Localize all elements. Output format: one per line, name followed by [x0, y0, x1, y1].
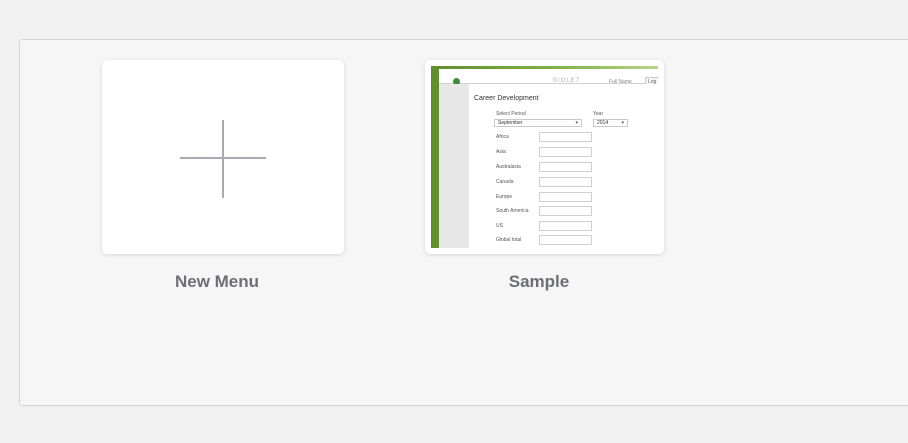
- thumbnail-region-label: Asia: [496, 149, 506, 155]
- thumbnail-region-label: Europe: [496, 194, 513, 200]
- sample-tile[interactable]: BIOLE7 Full Name Log Career Development …: [425, 60, 664, 254]
- new-menu-label[interactable]: New Menu: [96, 272, 338, 292]
- plus-icon: [180, 120, 266, 198]
- thumbnail-region-label: Australasia: [496, 164, 521, 170]
- thumbnail-region-label: Global total: [496, 237, 522, 243]
- thumbnail-period-label: Select Period: [496, 111, 526, 117]
- thumbnail-region-label: Africa: [496, 134, 509, 140]
- thumbnail-region-field: [539, 147, 592, 157]
- sample-label[interactable]: Sample: [418, 272, 660, 292]
- thumbnail-content: Career Development Select Period Septemb…: [469, 84, 658, 248]
- thumbnail-region-field: [539, 221, 592, 231]
- sample-thumbnail: BIOLE7 Full Name Log Career Development …: [431, 66, 658, 248]
- thumbnail-year-select: 2014 ▾: [593, 119, 628, 127]
- thumbnail-region-field: [539, 192, 592, 202]
- thumbnail-year-label: Year: [593, 111, 604, 117]
- thumbnail-region-field: [539, 206, 592, 216]
- new-menu-tile[interactable]: [102, 60, 344, 254]
- thumbnail-period-select: September ▾: [494, 119, 582, 127]
- thumbnail-sidebar: [439, 84, 469, 248]
- thumbnail-region-field: [539, 162, 592, 172]
- thumbnail-heading: Career Development: [474, 95, 539, 102]
- thumbnail-region-field: [539, 132, 592, 142]
- thumbnail-region-field: [539, 177, 592, 187]
- menu-gallery-panel: New Menu BIOLE7 Full Name Log Career Dev…: [19, 39, 908, 406]
- thumbnail-region-label: Canada: [496, 179, 514, 185]
- thumbnail-region-label: US: [496, 223, 503, 229]
- thumbnail-region-label: South America: [496, 208, 529, 214]
- thumbnail-region-field: [539, 235, 592, 245]
